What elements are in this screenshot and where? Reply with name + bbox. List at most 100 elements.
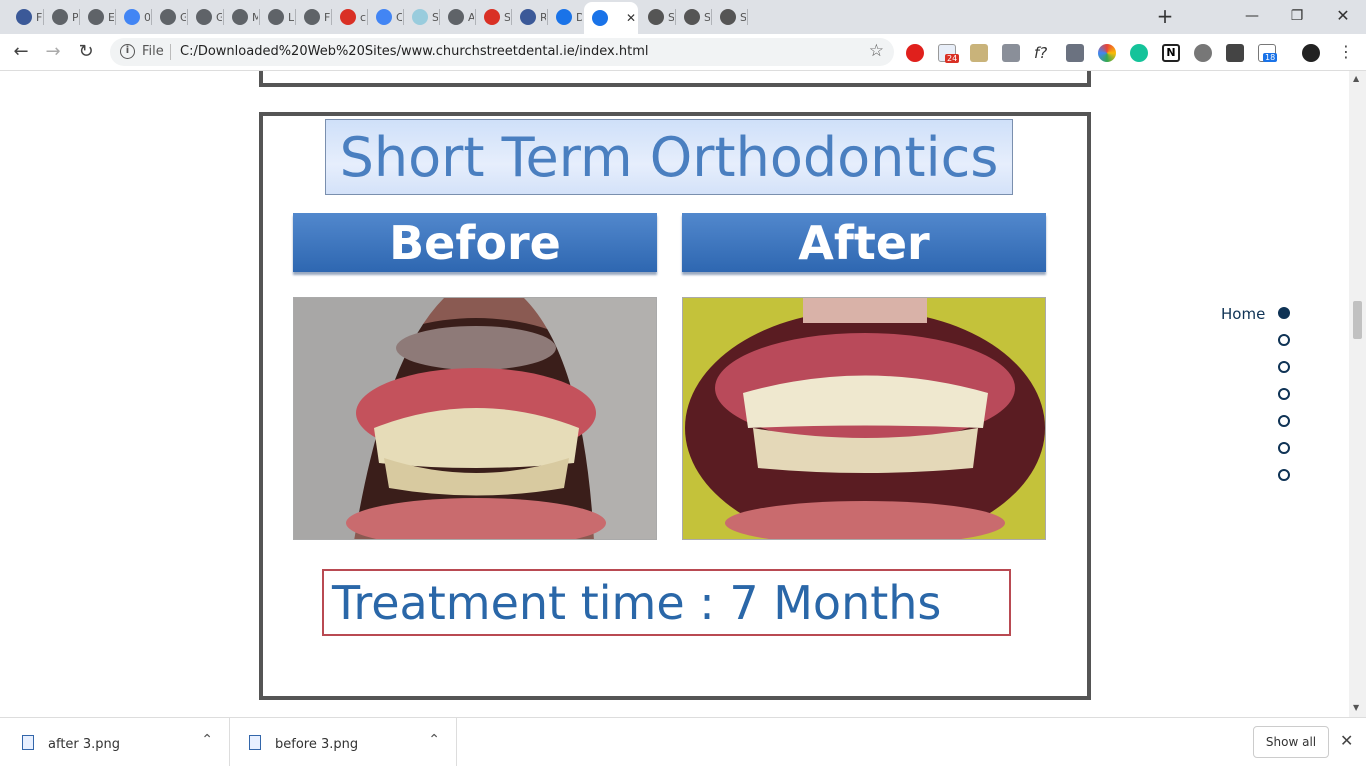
globe-icon bbox=[52, 9, 68, 25]
globe-icon bbox=[232, 9, 248, 25]
browser-tab[interactable]: Log bbox=[260, 4, 294, 30]
address-bar[interactable]: i File C:/Downloaded%20Web%20Sites/www.c… bbox=[110, 38, 894, 66]
browser-tab[interactable]: Sni bbox=[640, 4, 674, 30]
sb-icon bbox=[684, 9, 700, 25]
browser-tab[interactable]: ✕ bbox=[584, 2, 638, 34]
browser-tab[interactable]: Ro bbox=[512, 4, 546, 30]
image-extension-icon[interactable] bbox=[970, 44, 988, 62]
page-title: Short Term Orthodontics bbox=[325, 119, 1013, 195]
after-photo bbox=[682, 297, 1046, 540]
download-item[interactable]: before 3.png ⌃ bbox=[227, 718, 457, 766]
browser-tab[interactable]: Cas bbox=[368, 4, 402, 30]
tab-label: Fac bbox=[324, 10, 330, 24]
close-downloads-icon[interactable]: ✕ bbox=[1340, 731, 1353, 750]
tab-strip: + — ❐ ✕ Fac Por Edi 08(Gal Gal Me Log Fac chu Cas… bbox=[0, 0, 1366, 34]
tab-label: Por bbox=[72, 10, 78, 24]
browser-tab[interactable]: Fac bbox=[8, 4, 42, 30]
browser-tab[interactable]: Ab bbox=[440, 4, 474, 30]
section-dot-5[interactable] bbox=[1278, 415, 1290, 427]
section-dot-6[interactable] bbox=[1278, 442, 1290, 454]
browser-tab[interactable]: Spe bbox=[404, 4, 438, 30]
sb-icon bbox=[648, 9, 664, 25]
dot-nav-home-label[interactable]: Home bbox=[1221, 305, 1265, 323]
browser-tab[interactable]: Gal bbox=[188, 4, 222, 30]
minimize-button[interactable]: — bbox=[1240, 4, 1264, 28]
browser-tab[interactable]: Do bbox=[548, 4, 582, 30]
scheme-label: File bbox=[142, 44, 164, 59]
browser-tab[interactable]: Gal bbox=[152, 4, 186, 30]
facebook-icon bbox=[16, 9, 32, 25]
close-window-button[interactable]: ✕ bbox=[1331, 4, 1355, 28]
section-dot-7[interactable] bbox=[1278, 469, 1290, 481]
grammarly-icon[interactable] bbox=[1130, 44, 1148, 62]
page-viewport: Short Term Orthodontics Before After Tre… bbox=[0, 71, 1349, 717]
browser-tab[interactable]: Sni bbox=[676, 4, 710, 30]
browser-tab[interactable]: chu bbox=[332, 4, 366, 30]
close-tab-icon[interactable]: ✕ bbox=[626, 11, 636, 25]
tab-separator bbox=[747, 9, 748, 25]
divider bbox=[170, 44, 171, 60]
browser-tab[interactable]: Fac bbox=[296, 4, 330, 30]
bookmark-star-icon[interactable]: ☆ bbox=[869, 41, 884, 61]
tab-label: chu bbox=[360, 10, 366, 24]
tab-label: Sni bbox=[740, 10, 746, 24]
tab-label: Me bbox=[252, 10, 258, 24]
section-dot-2[interactable] bbox=[1278, 334, 1290, 346]
globe-icon bbox=[88, 9, 104, 25]
browser-tab[interactable]: Me bbox=[224, 4, 258, 30]
scrollbar-thumb[interactable] bbox=[1353, 301, 1362, 339]
color-extension-icon[interactable] bbox=[1098, 44, 1116, 62]
section-dot-1[interactable] bbox=[1278, 307, 1290, 319]
info-icon[interactable]: i bbox=[120, 44, 135, 59]
people-extension-icon[interactable] bbox=[1002, 44, 1020, 62]
chevron-up-icon[interactable]: ⌃ bbox=[428, 732, 440, 748]
eyedropper-extension-icon[interactable] bbox=[1066, 44, 1084, 62]
tab-label: Spe bbox=[432, 10, 438, 24]
tab-label: Do bbox=[576, 10, 582, 24]
film-extension-icon[interactable] bbox=[1194, 44, 1212, 62]
shield-extension-icon[interactable] bbox=[1226, 44, 1244, 62]
forward-button[interactable]: → bbox=[41, 40, 65, 64]
profile-avatar[interactable] bbox=[1302, 44, 1320, 62]
treatment-time-text: Treatment time : 7 Months bbox=[332, 575, 942, 630]
browser-tab[interactable]: 08( bbox=[116, 4, 150, 30]
scroll-down-arrow-icon[interactable]: ▼ bbox=[1353, 703, 1359, 712]
download-filename: after 3.png bbox=[48, 737, 121, 752]
download-item[interactable]: after 3.png ⌃ bbox=[0, 718, 230, 766]
treatment-time-box: Treatment time : 7 Months bbox=[322, 569, 1011, 636]
font-extension-icon[interactable]: f? bbox=[1034, 44, 1052, 62]
after-teeth-image bbox=[683, 298, 1045, 539]
browser-toolbar: ← → ↻ i File C:/Downloaded%20Web%20Sites… bbox=[0, 34, 1366, 71]
opera-extension-icon[interactable] bbox=[906, 44, 924, 62]
google-icon bbox=[124, 9, 140, 25]
notion-extension-icon[interactable]: N bbox=[1162, 44, 1180, 62]
page-scrollbar[interactable]: ▲ ▼ bbox=[1349, 71, 1366, 717]
section-dot-4[interactable] bbox=[1278, 388, 1290, 400]
tab-label: Edi bbox=[108, 10, 114, 24]
browser-tab[interactable]: Sni bbox=[712, 4, 746, 30]
sb-icon bbox=[720, 9, 736, 25]
reload-button[interactable]: ↻ bbox=[74, 40, 98, 64]
mail-extension-icon[interactable]: 18 bbox=[1258, 44, 1278, 62]
scroll-up-arrow-icon[interactable]: ▲ bbox=[1353, 74, 1359, 83]
facebook-icon bbox=[520, 9, 536, 25]
menu-kebab-icon[interactable]: ⋮ bbox=[1334, 40, 1358, 64]
new-tab-button[interactable]: + bbox=[1155, 6, 1175, 26]
tab-label: Fac bbox=[36, 10, 42, 24]
tab-label: Sni bbox=[704, 10, 710, 24]
calendar-extension-icon[interactable]: 24 bbox=[938, 44, 960, 63]
restore-button[interactable]: ❐ bbox=[1285, 4, 1309, 28]
browser-tab[interactable]: Edi bbox=[80, 4, 114, 30]
browser-tab[interactable]: Sea bbox=[476, 4, 510, 30]
back-button[interactable]: ← bbox=[9, 40, 33, 64]
image-file-icon bbox=[22, 735, 34, 750]
show-all-button[interactable]: Show all bbox=[1253, 726, 1329, 758]
url-text[interactable]: C:/Downloaded%20Web%20Sites/www.churchst… bbox=[180, 44, 648, 59]
tab-label: Ro bbox=[540, 10, 546, 24]
browser-tab[interactable]: Por bbox=[44, 4, 78, 30]
gmail-icon bbox=[484, 9, 500, 25]
section-dot-3[interactable] bbox=[1278, 361, 1290, 373]
globe-icon bbox=[160, 9, 176, 25]
chevron-up-icon[interactable]: ⌃ bbox=[201, 732, 213, 748]
before-teeth-image bbox=[294, 298, 656, 539]
